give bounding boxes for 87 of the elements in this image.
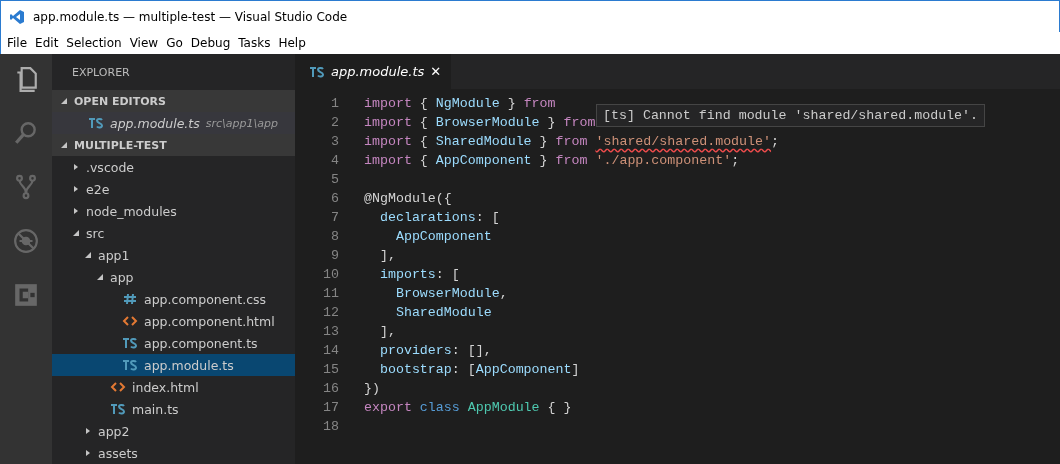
typescript-file-icon <box>122 337 138 349</box>
tree-item[interactable]: app.component.html <box>52 310 295 332</box>
code-line: providers: [], <box>378 343 492 358</box>
line-number: 17 <box>322 400 339 415</box>
section-header[interactable]: MULTIPLE-TEST <box>52 134 295 156</box>
tree-item[interactable]: e2e <box>52 178 295 200</box>
hash-icon <box>122 293 138 305</box>
debug-icon <box>13 228 39 254</box>
typescript-file-icon <box>309 65 325 78</box>
tree-item[interactable]: app.module.ts <box>52 354 295 376</box>
line-number: 14 <box>322 343 339 358</box>
code-line: ], <box>378 324 396 339</box>
error-tooltip: [ts] Cannot find module 'shared/shared.module'. <box>596 104 986 127</box>
code-line: }) <box>364 381 380 396</box>
extensions-icon <box>13 282 39 308</box>
typescript-file-icon <box>110 403 126 415</box>
code-line: imports: [ <box>378 267 460 282</box>
code-line: BrowserModule, <box>394 286 508 301</box>
line-number: 9 <box>330 248 339 263</box>
menu-item[interactable]: Selection <box>62 36 126 50</box>
code-line: import { NgModule } from <box>364 96 556 111</box>
menu-item[interactable]: File <box>3 36 32 50</box>
menu-item[interactable]: Debug <box>186 36 235 50</box>
close-icon[interactable]: ✕ <box>430 64 442 79</box>
caret-icon[interactable] <box>72 207 80 215</box>
line-number: 3 <box>330 134 339 149</box>
caret-icon[interactable] <box>72 185 80 193</box>
code-line: export class AppModule { } <box>364 400 572 415</box>
tree-item[interactable]: app2 <box>52 420 295 442</box>
branch-icon <box>13 174 39 200</box>
tree-item[interactable]: src <box>52 222 295 244</box>
menu-item[interactable]: Help <box>274 36 310 50</box>
code-brackets-icon <box>122 315 138 327</box>
menu-item[interactable]: Edit <box>31 36 63 50</box>
caret-icon[interactable] <box>72 163 80 171</box>
code-line: import { BrowserModule } from <box>364 115 596 130</box>
line-number: 11 <box>322 286 339 301</box>
code-brackets-icon <box>110 381 126 393</box>
menu-item[interactable]: Tasks <box>234 36 275 50</box>
tree-item[interactable]: app <box>52 266 295 288</box>
code-line: SharedModule <box>394 305 492 320</box>
line-number: 2 <box>330 115 339 130</box>
line-number: 13 <box>322 324 339 339</box>
sidebar-title: EXPLORER <box>72 65 130 79</box>
tree-item[interactable]: app1 <box>52 244 295 266</box>
code-line: import { AppComponent } from './app.component'; <box>364 153 740 168</box>
caret-icon[interactable] <box>84 449 92 457</box>
search-icon <box>13 120 39 146</box>
typescript-file-icon <box>88 117 104 129</box>
code-line: @NgModule({ <box>364 191 452 206</box>
line-number: 12 <box>322 305 339 320</box>
caret-icon[interactable] <box>60 141 68 149</box>
editor-tab[interactable]: app.module.ts ✕ <box>295 54 452 89</box>
line-number: 4 <box>330 153 339 168</box>
caret-icon[interactable] <box>60 97 68 105</box>
line-number: 6 <box>330 191 339 206</box>
typescript-file-icon <box>122 359 138 371</box>
line-number: 16 <box>322 381 339 396</box>
line-number: 8 <box>330 229 339 244</box>
tree-item[interactable]: .vscode <box>52 156 295 178</box>
window-title: app.module.ts — multiple-test — Visual Studio Code <box>33 9 348 24</box>
code-line: bootstrap: [AppComponent] <box>378 362 580 377</box>
app-logo-icon <box>9 8 25 25</box>
section-header[interactable]: OPEN EDITORS <box>52 90 295 112</box>
line-number: 5 <box>330 172 339 187</box>
caret-icon[interactable] <box>72 229 80 237</box>
tree-item[interactable]: main.ts <box>52 398 295 420</box>
menu-item[interactable]: Go <box>162 36 187 50</box>
line-number: 18 <box>322 419 339 434</box>
caret-icon[interactable] <box>96 273 104 281</box>
code-line: ], <box>378 248 396 263</box>
code-line: declarations: [ <box>378 210 500 225</box>
code-line: import { SharedModule } from 'shared/shared.module'; <box>364 134 779 149</box>
caret-icon[interactable] <box>84 427 92 435</box>
tree-item[interactable]: node_modules <box>52 200 295 222</box>
tree-item[interactable]: assets <box>52 442 295 464</box>
tree-item[interactable]: index.html <box>52 376 295 398</box>
line-number: 10 <box>322 267 339 282</box>
menu-item[interactable]: View <box>125 36 163 50</box>
tree-item[interactable]: app.component.css <box>52 288 295 310</box>
open-editor-item[interactable]: app.module.ts src\app1\app <box>52 112 295 134</box>
caret-icon[interactable] <box>84 251 92 259</box>
tree-item[interactable]: app.component.ts <box>52 332 295 354</box>
code-line: AppComponent <box>394 229 492 244</box>
line-number: 7 <box>330 210 339 225</box>
line-number: 1 <box>330 96 339 111</box>
line-number: 15 <box>322 362 339 377</box>
